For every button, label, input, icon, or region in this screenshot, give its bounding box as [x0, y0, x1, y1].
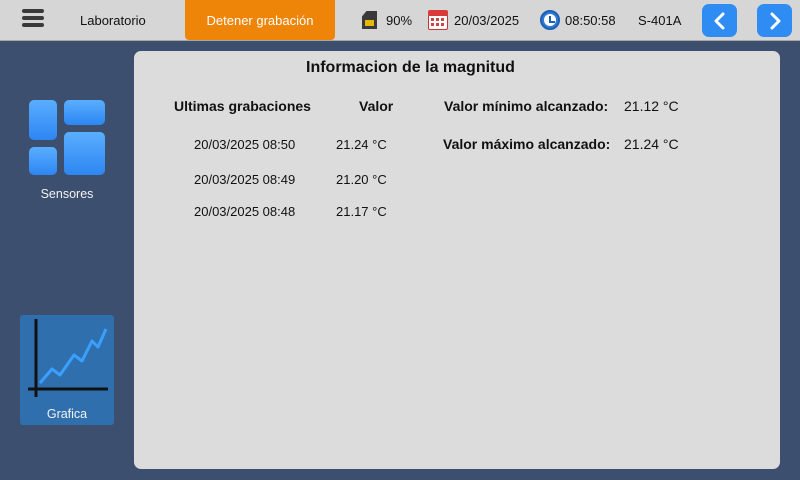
sidebar-item-sensores[interactable]: Sensores — [20, 92, 114, 202]
recording-value: 21.20 °C — [336, 172, 387, 187]
calendar-icon — [428, 10, 448, 30]
sidebar-item-label: Grafica — [46, 407, 88, 421]
chart-icon — [28, 319, 108, 397]
top-bar: Laboratorio Detener grabación 90% 20/03/… — [0, 0, 800, 41]
next-button[interactable] — [757, 4, 792, 37]
recording-value: 21.17 °C — [336, 204, 387, 219]
sd-card-icon — [362, 11, 377, 29]
min-value-label: Valor mínimo alcanzado: — [444, 98, 609, 114]
recording-value: 21.24 °C — [336, 137, 387, 152]
page-title: Informacion de la magnitud — [306, 59, 515, 76]
grid-icon — [29, 100, 105, 175]
sidebar-item-grafica[interactable]: Grafica — [20, 315, 114, 425]
max-value-label: Valor máximo alcanzado: — [443, 136, 611, 152]
min-value: 21.12 °C — [624, 98, 679, 114]
recording-timestamp: 20/03/2025 08:48 — [194, 204, 296, 219]
recording-timestamp: 20/03/2025 08:49 — [194, 172, 296, 187]
chevron-left-icon — [714, 12, 724, 29]
magnitude-info-panel: Informacion de la magnitud Ultimas graba… — [134, 51, 780, 469]
previous-button[interactable] — [702, 4, 737, 37]
recordings-column-header: Ultimas grabaciones — [174, 98, 311, 114]
clock-icon — [540, 10, 560, 30]
value-column-header: Valor — [359, 98, 394, 114]
device-id: S-401A — [638, 13, 682, 28]
current-time: 08:50:58 — [565, 13, 616, 28]
hamburger-menu-icon[interactable] — [22, 9, 46, 31]
chevron-right-icon — [770, 12, 780, 29]
max-value: 21.24 °C — [624, 136, 679, 152]
storage-percent: 90% — [386, 13, 413, 28]
recording-timestamp: 20/03/2025 08:50 — [194, 137, 296, 152]
stop-recording-button[interactable]: Detener grabación — [185, 0, 335, 40]
current-date: 20/03/2025 — [454, 13, 520, 28]
sidebar-item-label: Sensores — [40, 187, 94, 201]
location-label: Laboratorio — [80, 13, 146, 28]
